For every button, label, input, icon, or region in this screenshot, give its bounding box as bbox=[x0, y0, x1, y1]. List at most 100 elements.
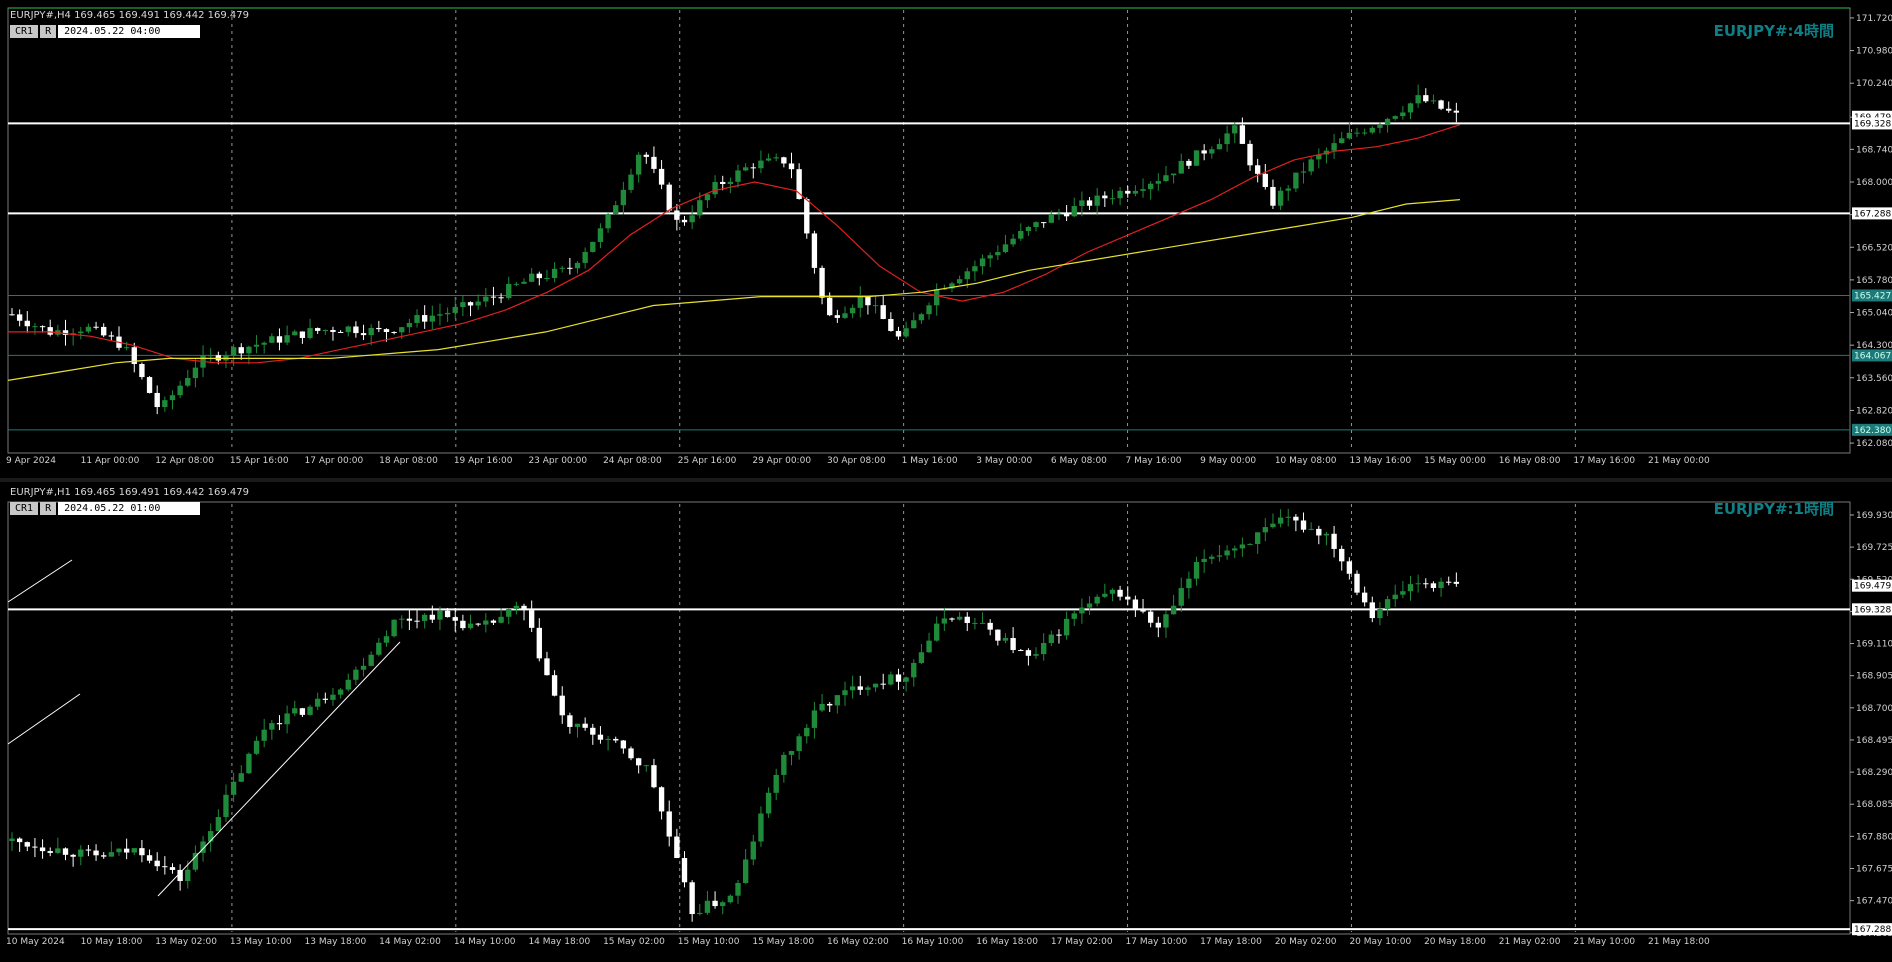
candle-body bbox=[421, 614, 428, 621]
candle-body bbox=[1277, 517, 1284, 524]
candle-body bbox=[842, 690, 848, 696]
price-label: 168.000 bbox=[1856, 178, 1892, 188]
candle-body bbox=[1270, 186, 1276, 206]
time-label: 15 May 00:00 bbox=[1424, 456, 1486, 466]
h4-badge-r[interactable]: R bbox=[40, 25, 57, 38]
h4-chart-pane[interactable]: 171.720170.980170.240169.470168.740168.0… bbox=[0, 0, 1892, 478]
candle-body bbox=[720, 181, 726, 185]
candle-body bbox=[1201, 558, 1207, 562]
candle-body bbox=[368, 327, 374, 336]
price-label: 169.725 bbox=[1856, 543, 1892, 553]
candle-body bbox=[1308, 528, 1314, 530]
candle-body bbox=[253, 740, 260, 754]
candle-body bbox=[750, 841, 756, 860]
candle-body bbox=[116, 848, 122, 853]
candle-body bbox=[658, 168, 665, 185]
candle-body bbox=[498, 297, 504, 299]
trend-line bbox=[7, 693, 81, 745]
candle-body bbox=[811, 710, 818, 728]
candle-body bbox=[544, 278, 550, 280]
candle-body bbox=[911, 662, 917, 678]
candle-body bbox=[101, 326, 107, 336]
time-label: 25 Apr 16:00 bbox=[678, 456, 737, 466]
candle-body bbox=[246, 753, 252, 774]
candle-body bbox=[964, 616, 970, 624]
candle-body bbox=[987, 622, 993, 630]
candle-body bbox=[1384, 599, 1391, 610]
h4-badge-cr1[interactable]: CR1 bbox=[10, 25, 39, 38]
candle-body bbox=[78, 331, 84, 334]
candle-body bbox=[972, 622, 978, 624]
candle-body bbox=[47, 327, 53, 335]
candle-body bbox=[712, 900, 718, 907]
h1-badge-cr1[interactable]: CR1 bbox=[10, 502, 39, 515]
candle-body bbox=[979, 258, 986, 267]
price-label: 168.085 bbox=[1856, 800, 1892, 810]
candle-body bbox=[1010, 238, 1016, 245]
candle-body bbox=[956, 279, 963, 284]
price-marker-label: 169.479 bbox=[1854, 582, 1891, 592]
candle-body bbox=[215, 817, 222, 832]
candle-body bbox=[758, 160, 764, 169]
candle-body bbox=[689, 882, 695, 915]
candle-body bbox=[299, 331, 306, 338]
candle-body bbox=[1018, 230, 1024, 239]
time-label: 15 May 10:00 bbox=[678, 937, 740, 947]
candle-body bbox=[918, 652, 925, 663]
candle-body bbox=[376, 642, 382, 655]
candle-body bbox=[1361, 132, 1368, 134]
candle-body bbox=[452, 306, 458, 313]
candle-body bbox=[1094, 195, 1100, 206]
candle-body bbox=[1041, 642, 1047, 655]
candle-body bbox=[269, 336, 275, 343]
candle-body bbox=[24, 842, 30, 847]
candle-body bbox=[979, 622, 986, 624]
candle-body bbox=[827, 703, 833, 706]
candle-body bbox=[162, 400, 168, 408]
candle-body bbox=[24, 320, 30, 327]
candle-body bbox=[1086, 200, 1093, 206]
h4-chart-canvas[interactable]: 171.720170.980170.240169.470168.740168.0… bbox=[0, 0, 1892, 478]
candle-body bbox=[865, 687, 871, 690]
candle-body bbox=[872, 683, 879, 688]
time-label: 23 Apr 00:00 bbox=[528, 456, 587, 466]
h1-badge-r[interactable]: R bbox=[40, 502, 57, 515]
candle-body bbox=[689, 215, 695, 223]
candle-body bbox=[1140, 609, 1146, 612]
candle-body bbox=[1056, 213, 1062, 215]
candle-body bbox=[987, 255, 993, 259]
time-label: 10 May 18:00 bbox=[81, 937, 143, 947]
candle-body bbox=[452, 617, 458, 621]
candle-body bbox=[567, 715, 573, 727]
candle-body bbox=[1186, 160, 1192, 166]
candle-body bbox=[1018, 650, 1024, 652]
candle-body bbox=[1384, 118, 1391, 126]
candle-body bbox=[674, 210, 680, 220]
candle-body bbox=[1407, 584, 1414, 592]
candle-body bbox=[192, 367, 199, 379]
candle-body bbox=[1392, 116, 1398, 119]
candle-body bbox=[1308, 159, 1314, 172]
time-label: 3 May 00:00 bbox=[976, 456, 1032, 466]
candle-body bbox=[123, 848, 130, 853]
time-label: 17 May 16:00 bbox=[1573, 456, 1635, 466]
candle-body bbox=[391, 332, 397, 334]
candle-body bbox=[635, 758, 642, 766]
candle-body bbox=[1300, 171, 1307, 173]
candle-body bbox=[727, 895, 734, 903]
candle-body bbox=[177, 869, 183, 882]
candle-body bbox=[1209, 556, 1215, 559]
candle-body bbox=[1339, 138, 1345, 144]
candle-body bbox=[1025, 227, 1032, 231]
candle-body bbox=[1209, 149, 1215, 154]
h1-chart-canvas[interactable]: 169.930169.725169.520169.315169.110168.9… bbox=[0, 482, 1892, 962]
candle-body bbox=[1033, 222, 1039, 228]
candle-body bbox=[261, 342, 267, 345]
candle-body bbox=[1285, 188, 1291, 191]
candle-body bbox=[620, 189, 627, 206]
candle-body bbox=[1155, 622, 1161, 628]
h1-chart-pane[interactable]: 169.930169.725169.520169.315169.110168.9… bbox=[0, 482, 1892, 962]
candle-body bbox=[1163, 614, 1169, 628]
candle-body bbox=[330, 330, 336, 332]
time-label: 30 Apr 08:00 bbox=[827, 456, 886, 466]
